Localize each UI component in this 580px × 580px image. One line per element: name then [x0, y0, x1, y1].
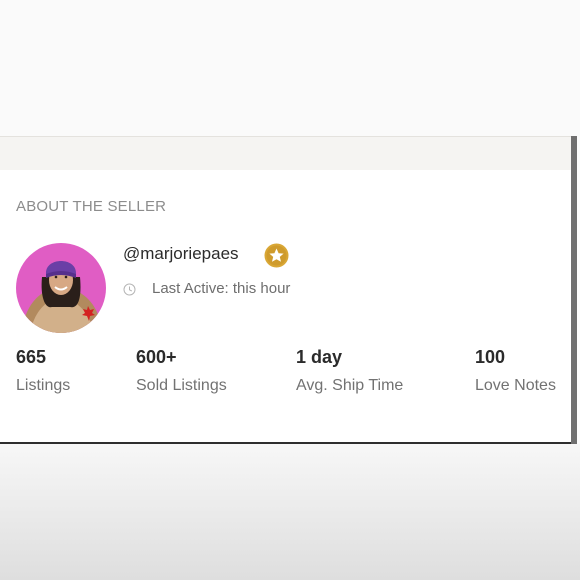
stat-value: 100: [475, 347, 506, 367]
stat-label: Listings: [16, 377, 71, 394]
scrollbar-edge[interactable]: [571, 136, 577, 444]
seller-avatar[interactable]: [16, 243, 106, 333]
stat-label: Sold Listings: [136, 377, 227, 394]
section-title: ABOUT THE SELLER: [16, 198, 167, 215]
stat-love-notes[interactable]: 100 Love Notes: [475, 347, 556, 395]
stat-value: 1 day: [296, 347, 343, 367]
seller-username[interactable]: @marjoriepaes: [123, 244, 239, 264]
page-background-top: [0, 0, 580, 136]
about-seller-panel: ABOUT THE SELLER @marjoriepaes Last Acti…: [0, 170, 571, 444]
stat-listings[interactable]: 665 Listings: [16, 347, 70, 395]
stat-value: 600+: [136, 347, 177, 367]
stat-value: 665: [16, 347, 47, 367]
star-badge-icon: [264, 243, 289, 268]
last-active-text: Last Active: this hour: [152, 280, 291, 297]
clock-icon: [123, 283, 136, 296]
section-divider-strip: [0, 136, 572, 171]
avatar-photo: [16, 243, 106, 333]
stat-sold-listings[interactable]: 600+ Sold Listings: [136, 347, 227, 395]
stat-avg-ship-time: 1 day Avg. Ship Time: [296, 347, 403, 395]
stat-label: Love Notes: [475, 377, 556, 394]
page-background-bottom: [0, 444, 580, 580]
stat-label: Avg. Ship Time: [296, 377, 404, 394]
